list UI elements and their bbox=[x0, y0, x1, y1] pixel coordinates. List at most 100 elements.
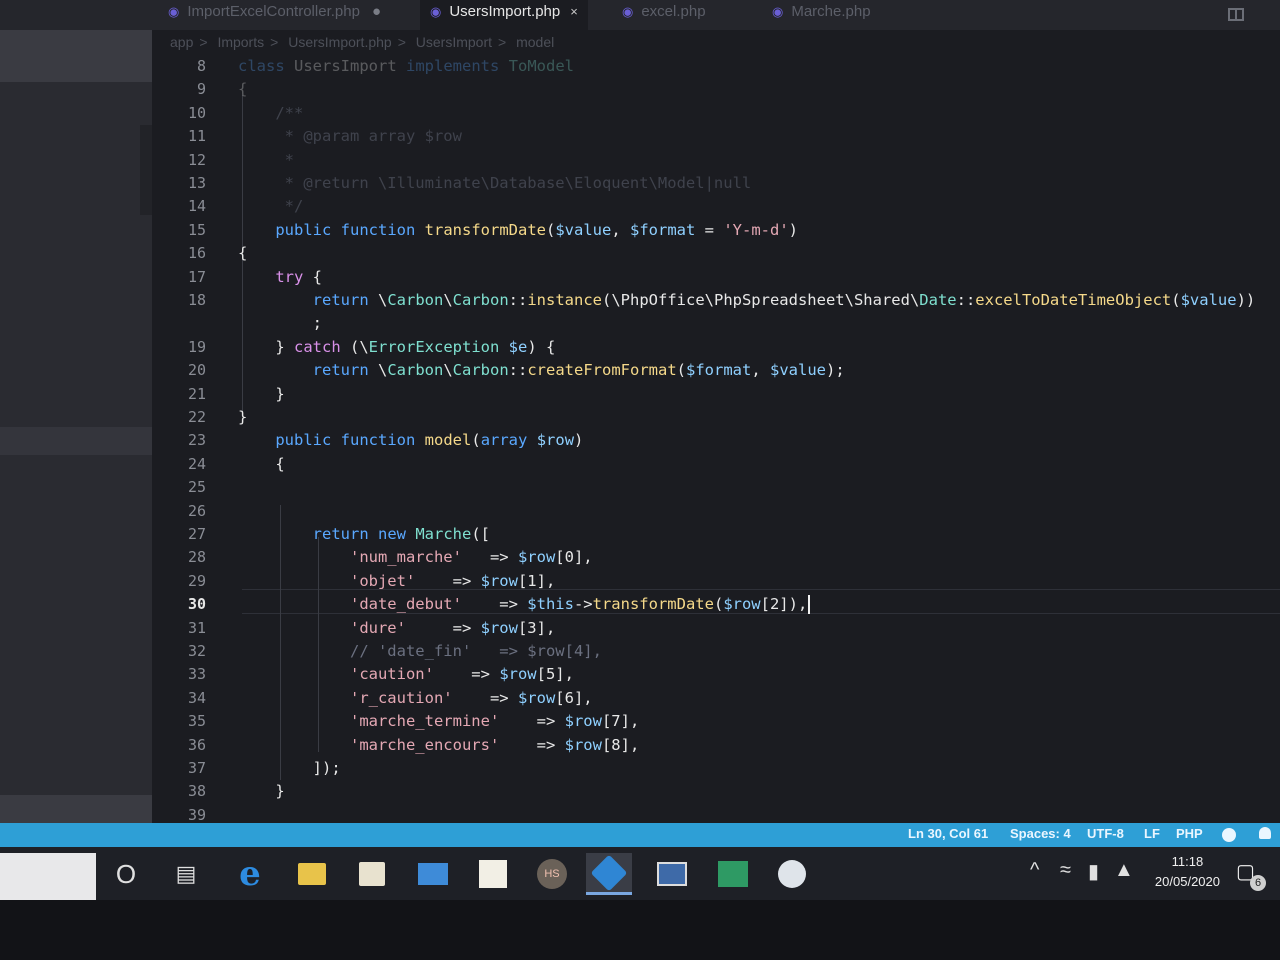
language-mode[interactable]: PHP bbox=[1176, 826, 1203, 841]
code-line[interactable]: 22} bbox=[152, 406, 1280, 429]
line-number: 15 bbox=[187, 221, 206, 239]
code-line[interactable]: 31 'dure' => $row[3], bbox=[152, 617, 1280, 640]
task-view-icon[interactable]: ▤ bbox=[170, 859, 202, 889]
code-line[interactable]: 9{ bbox=[152, 78, 1280, 101]
text-caret bbox=[808, 595, 811, 614]
code-text: { bbox=[238, 244, 248, 262]
browser-icon[interactable] bbox=[776, 859, 808, 889]
php-file-icon: ◉ bbox=[622, 4, 634, 19]
notepad-icon[interactable] bbox=[477, 859, 509, 889]
feedback-icon[interactable] bbox=[1222, 828, 1236, 842]
code-text: * @param array $row bbox=[238, 127, 462, 145]
clock-date: 20/05/2020 bbox=[1154, 874, 1220, 889]
cortana-icon[interactable]: O bbox=[110, 859, 142, 889]
code-line[interactable]: 14 */ bbox=[152, 195, 1280, 218]
line-number: 31 bbox=[187, 619, 206, 637]
excel-icon[interactable] bbox=[717, 859, 749, 889]
photos-icon[interactable] bbox=[656, 859, 688, 889]
close-tab-icon[interactable]: × bbox=[570, 4, 578, 19]
end-of-line[interactable]: LF bbox=[1144, 826, 1160, 841]
code-text: 'marche_encours' => $row[8], bbox=[349, 736, 640, 754]
code-text: 'dure' => $row[3], bbox=[349, 619, 556, 637]
code-line[interactable]: 8 class UsersImport implements ToModel bbox=[152, 55, 1280, 78]
code-text: /** bbox=[275, 104, 304, 122]
line-number: 35 bbox=[187, 712, 206, 730]
cursor-position[interactable]: Ln 30, Col 61 bbox=[908, 826, 988, 841]
tray-chevron-icon[interactable]: ^ bbox=[1030, 859, 1039, 882]
breadcrumb-item[interactable]: Imports bbox=[217, 34, 264, 50]
split-editor-icon[interactable] bbox=[1228, 8, 1244, 21]
code-line[interactable]: 29 'objet' => $row[1], bbox=[152, 570, 1280, 593]
line-number: 33 bbox=[187, 665, 206, 683]
line-number: 22 bbox=[187, 408, 206, 426]
code-line[interactable]: 16 { bbox=[152, 242, 1280, 265]
code-line[interactable]: 17 try { bbox=[152, 266, 1280, 289]
encoding[interactable]: UTF-8 bbox=[1087, 826, 1124, 841]
code-line[interactable]: 38 } bbox=[152, 780, 1280, 803]
wifi-icon[interactable]: ≈ bbox=[1060, 859, 1071, 882]
code-line[interactable]: 28 'num_marche' => $row[0], bbox=[152, 546, 1280, 569]
tab-marche[interactable]: ◉ Marche.php bbox=[772, 0, 871, 30]
line-number: 32 bbox=[187, 642, 206, 660]
code-editor[interactable]: 8 class UsersImport implements ToModel 9{1… bbox=[152, 55, 1280, 823]
code-line[interactable]: 19 } catch (\ErrorException $e) { bbox=[152, 336, 1280, 359]
code-line[interactable]: 35 'marche_termine' => $row[7], bbox=[152, 710, 1280, 733]
file-explorer-icon[interactable] bbox=[296, 859, 328, 889]
code-line[interactable]: 36 'marche_encours' => $row[8], bbox=[152, 734, 1280, 757]
code-text: 'caution' => $row[5], bbox=[349, 665, 574, 683]
hs-app-icon[interactable]: HS bbox=[536, 859, 568, 889]
edge-icon[interactable]: e bbox=[234, 854, 266, 894]
breadcrumb-item[interactable]: UsersImport bbox=[416, 34, 492, 50]
code-line[interactable]: 12 * bbox=[152, 149, 1280, 172]
code-line[interactable]: 10 /** bbox=[152, 102, 1280, 125]
status-bar: Ln 30, Col 61 Spaces: 4 UTF-8 LF PHP bbox=[0, 823, 1280, 847]
breadcrumb-item[interactable]: UsersImport.php bbox=[288, 34, 391, 50]
tab-usersimport[interactable]: ◉ UsersImport.php × bbox=[420, 0, 588, 30]
tab-importexcelcontroller[interactable]: ◉ ImportExcelController.php ● bbox=[168, 0, 381, 30]
tab-label: Marche.php bbox=[791, 3, 871, 20]
code-line[interactable]: 37 ]); bbox=[152, 757, 1280, 780]
code-line[interactable]: 18 return \Carbon\Carbon::instance(\PhpO… bbox=[152, 289, 1280, 312]
volume-icon[interactable]: ▲ bbox=[1114, 859, 1134, 882]
code-text: { bbox=[238, 80, 248, 98]
notification-icon[interactable]: ▢ 6 bbox=[1236, 859, 1266, 891]
code-line[interactable]: 27 return new Marche([ bbox=[152, 523, 1280, 546]
code-text: } bbox=[238, 408, 248, 426]
code-text: 'objet' => $row[1], bbox=[349, 572, 556, 590]
breadcrumb-item[interactable]: model bbox=[516, 34, 554, 50]
code-line[interactable]: 15 public function transformDate($value,… bbox=[152, 219, 1280, 242]
code-line[interactable]: 34 'r_caution' => $row[6], bbox=[152, 687, 1280, 710]
line-number: 28 bbox=[187, 548, 206, 566]
breadcrumb: app > Imports > UsersImport.php > UsersImpo… bbox=[170, 34, 555, 50]
code-line[interactable]: 13 * @return \Illuminate\Database\Eloque… bbox=[152, 172, 1280, 195]
indentation[interactable]: Spaces: 4 bbox=[1010, 826, 1071, 841]
notifications-bell-icon[interactable] bbox=[1259, 827, 1271, 839]
code-line[interactable]: 11 * @param array $row bbox=[152, 125, 1280, 148]
code-line[interactable]: 26 bbox=[152, 500, 1280, 523]
vscode-icon[interactable] bbox=[586, 853, 632, 895]
tab-excel[interactable]: ◉ excel.php bbox=[622, 0, 706, 30]
line-number: 38 bbox=[187, 782, 206, 800]
code-text: 'date_debut' => $this->transformDate($ro… bbox=[238, 593, 811, 616]
code-line[interactable]: 30 'date_debut' => $this->transformDate(… bbox=[152, 593, 1280, 616]
store-icon[interactable] bbox=[356, 859, 388, 889]
code-line[interactable]: 21 } bbox=[152, 383, 1280, 406]
code-line[interactable]: 33 'caution' => $row[5], bbox=[152, 663, 1280, 686]
code-line[interactable]: 23 public function model(array $row) bbox=[152, 429, 1280, 452]
code-line[interactable]: 25 bbox=[152, 476, 1280, 499]
code-line[interactable]: 20 return \Carbon\Carbon::createFromForm… bbox=[152, 359, 1280, 382]
clock[interactable]: 11:18 20/05/2020 bbox=[1155, 852, 1220, 892]
mail-icon[interactable] bbox=[417, 859, 449, 889]
tab-label: excel.php bbox=[641, 3, 706, 20]
battery-icon[interactable]: ▮ bbox=[1088, 859, 1099, 884]
code-line[interactable]: 39 bbox=[152, 804, 1280, 823]
breadcrumb-item[interactable]: app bbox=[170, 34, 193, 50]
code-text: ; bbox=[238, 314, 322, 332]
code-line[interactable]: 24 { bbox=[152, 453, 1280, 476]
line-number: 36 bbox=[187, 736, 206, 754]
code-line[interactable]: ; bbox=[152, 312, 1280, 335]
line-number: 11 bbox=[187, 127, 206, 145]
taskbar-search-box[interactable] bbox=[0, 853, 96, 900]
code-line[interactable]: 32 // 'date_fin' => $row[4], bbox=[152, 640, 1280, 663]
code-text: return new Marche([ bbox=[312, 525, 491, 543]
